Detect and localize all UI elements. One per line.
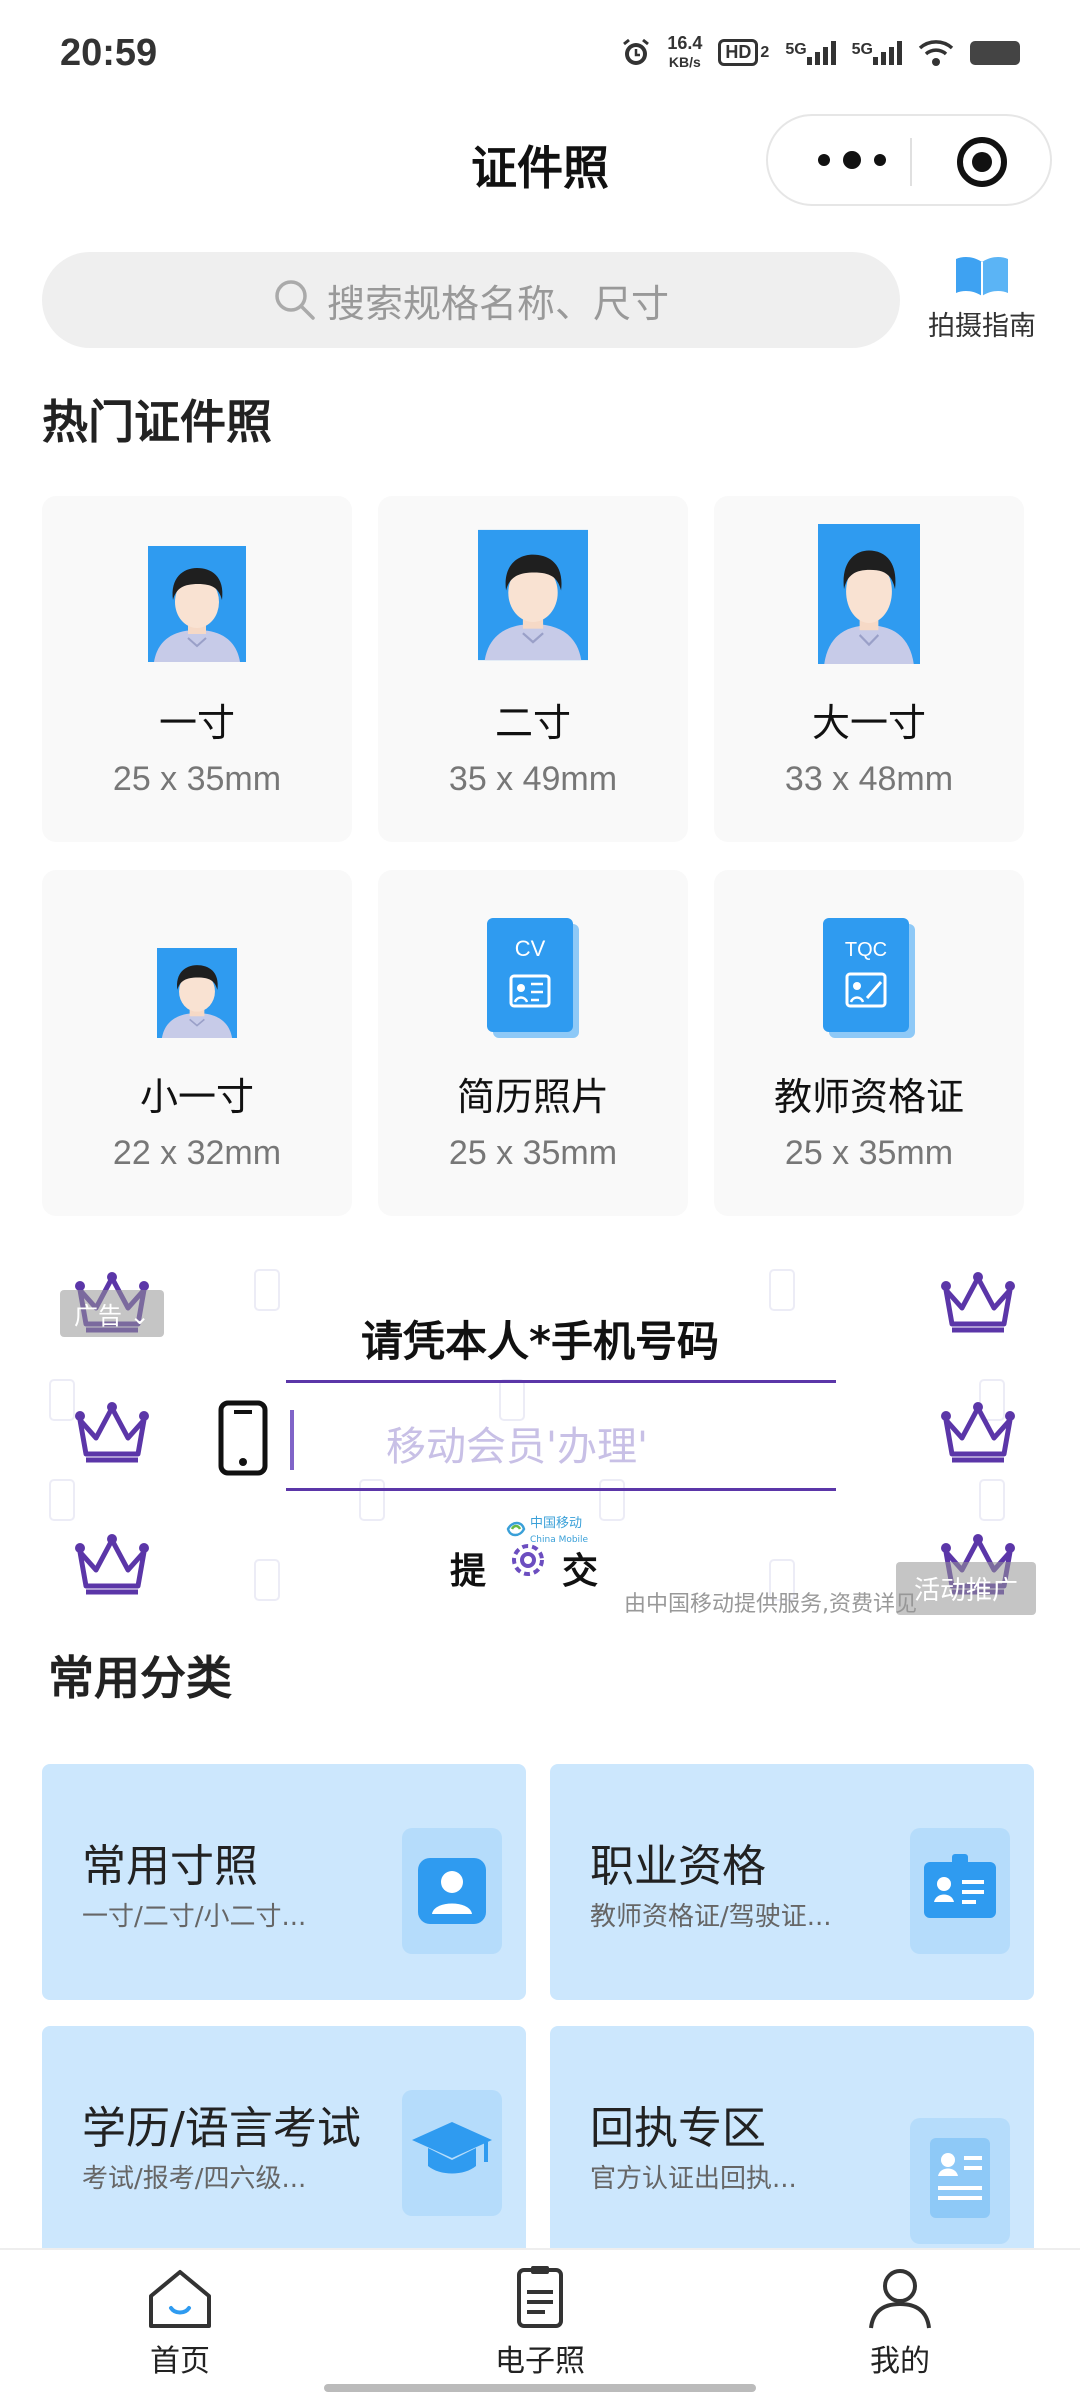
category-professional[interactable]: 职业资格 教师资格证/驾驶证... xyxy=(550,1764,1034,2000)
status-icons: 16.4 KB/s HD 2 5G 5G xyxy=(621,34,1020,71)
crown-icon xyxy=(75,1534,149,1595)
avatar-photo-icon xyxy=(818,524,920,664)
id-photo-card-1inch[interactable]: 一寸 25 x 35mm xyxy=(42,496,352,842)
network-type: 5G xyxy=(785,40,807,58)
crown-icon xyxy=(75,1402,149,1463)
card-size: 25 x 35mm xyxy=(784,1134,954,1172)
avatar-photo-icon xyxy=(157,948,237,1038)
id-photo-card-teacher[interactable]: TQC 教师资格证 25 x 35mm xyxy=(714,870,1024,1216)
card-name: 大一寸 xyxy=(811,701,926,745)
card-name: 一寸 xyxy=(158,701,235,745)
receipt-icon xyxy=(910,2118,1010,2244)
status-bar: 20:59 16.4 KB/s HD 2 5G 5G xyxy=(0,0,1080,110)
signal-icon: 5G xyxy=(851,40,902,65)
category-desc: 考试/报考/四六级... xyxy=(82,2164,307,2194)
id-photo-card-resume[interactable]: CV 简历照片 25 x 35mm xyxy=(378,870,688,1216)
category-title: 常用寸照 xyxy=(82,1841,258,1892)
ad-input-top-line xyxy=(286,1380,836,1383)
categories-section-title: 常用分类 xyxy=(48,1651,232,1705)
more-icon[interactable] xyxy=(810,144,920,176)
gear-icon[interactable] xyxy=(504,1536,552,1584)
user-icon xyxy=(869,2269,931,2329)
category-education-exams[interactable]: 学历/语言考试 考试/报考/四六级... xyxy=(42,2026,526,2262)
avatar-photo-icon xyxy=(148,546,246,662)
speed-unit: KB/s xyxy=(668,54,701,70)
tab-label: 首页 xyxy=(150,2344,210,2379)
category-title: 学历/语言考试 xyxy=(82,2103,361,2154)
shooting-guide-button[interactable]: 拍摄指南 xyxy=(920,254,1044,343)
book-icon xyxy=(956,257,1008,296)
card-name: 简历照片 xyxy=(456,1075,609,1119)
hot-section-title: 热门证件照 xyxy=(42,395,272,449)
certificate-icon-text: TQC xyxy=(845,939,887,961)
tab-mine[interactable]: 我的 xyxy=(810,2266,990,2380)
ad-submit-left[interactable]: 提 xyxy=(450,1542,486,1594)
tab-bar: 首页 电子照 我的 xyxy=(0,2248,1080,2402)
status-time: 20:59 xyxy=(60,32,158,74)
tab-electronic-photo[interactable]: 电子照 xyxy=(450,2266,630,2380)
search-input[interactable]: 搜索规格名称、尺寸 xyxy=(42,252,900,348)
card-name: 二寸 xyxy=(494,701,571,745)
home-icon xyxy=(149,2270,211,2328)
category-common-sizes[interactable]: 常用寸照 一寸/二寸/小二寸... xyxy=(42,1764,526,2000)
resume-icon: CV xyxy=(487,918,579,1038)
ad-input-bottom-line xyxy=(286,1488,836,1491)
speed-value: 16.4 xyxy=(667,33,703,53)
ad-phone-input[interactable]: 移动会员'办理' xyxy=(290,1392,830,1490)
card-size: 35 x 49mm xyxy=(448,760,618,798)
document-icon xyxy=(517,2266,563,2328)
close-miniprogram-icon[interactable] xyxy=(956,136,1008,188)
id-photo-card-large1inch[interactable]: 大一寸 33 x 48mm xyxy=(714,496,1024,842)
hd-label: HD xyxy=(718,39,759,66)
id-photo-card-small1inch[interactable]: 小一寸 22 x 32mm xyxy=(42,870,352,1216)
tab-label: 电子照 xyxy=(495,2344,585,2379)
home-indicator[interactable] xyxy=(324,2384,756,2392)
capsule-divider xyxy=(910,138,912,186)
card-size: 33 x 48mm xyxy=(784,760,954,798)
wifi-icon xyxy=(918,39,954,67)
card-name: 小一寸 xyxy=(139,1075,254,1119)
avatar-photo-icon xyxy=(478,529,588,661)
category-receipt[interactable]: 回执专区 官方认证出回执... xyxy=(550,2026,1034,2262)
id-badge-icon xyxy=(910,1828,1010,1954)
portrait-icon xyxy=(402,1828,502,1954)
resume-icon-text: CV xyxy=(515,936,546,961)
category-title: 回执专区 xyxy=(590,2103,766,2154)
ad-banner[interactable]: 广告 ⌄ 请凭本人*手机号码 移动会员'办理' 中国移动 China Mobile… xyxy=(0,1250,1080,1620)
certificate-icon: TQC xyxy=(823,918,915,1038)
search-icon xyxy=(275,280,315,320)
search-placeholder: 搜索规格名称、尺寸 xyxy=(326,281,669,326)
card-size: 25 x 35mm xyxy=(112,760,282,798)
network-type: 5G xyxy=(851,40,873,58)
mini-program-capsule xyxy=(766,114,1052,206)
card-size: 25 x 35mm xyxy=(448,1134,618,1172)
ad-disclaimer: 由中国移动提供服务,资费详见 xyxy=(624,1592,917,1617)
tab-home[interactable]: 首页 xyxy=(90,2266,270,2380)
ad-promo-label[interactable]: 活动推广 xyxy=(895,1562,1036,1615)
phone-icon xyxy=(218,1400,268,1476)
network-speed: 16.4 KB/s xyxy=(667,34,702,71)
crown-icon xyxy=(941,1402,1015,1463)
ad-submit-right[interactable]: 交 xyxy=(562,1542,598,1594)
category-desc: 官方认证出回执... xyxy=(590,2164,797,2194)
card-size: 22 x 32mm xyxy=(112,1134,282,1172)
hd-sub: 2 xyxy=(760,43,770,61)
brand-name: 中国移动 xyxy=(530,1516,583,1531)
battery-icon xyxy=(970,40,1020,65)
alarm-icon xyxy=(621,38,651,68)
ad-headline: 请凭本人*手机号码 xyxy=(361,1317,719,1366)
category-title: 职业资格 xyxy=(590,1841,766,1892)
hd-icon: HD 2 xyxy=(718,39,769,66)
id-photo-card-2inch[interactable]: 二寸 35 x 49mm xyxy=(378,496,688,842)
ad-input-placeholder: 移动会员'办理' xyxy=(386,1424,648,1470)
category-desc: 教师资格证/驾驶证... xyxy=(590,1902,832,1932)
navigation-bar: 证件照 xyxy=(0,110,1080,220)
signal-icon: 5G xyxy=(785,40,836,65)
card-name: 教师资格证 xyxy=(773,1075,964,1119)
tab-label: 我的 xyxy=(870,2344,930,2379)
guide-label: 拍摄指南 xyxy=(928,311,1036,342)
category-desc: 一寸/二寸/小二寸... xyxy=(82,1902,307,1932)
graduation-cap-icon xyxy=(402,2090,502,2216)
input-cursor xyxy=(290,1410,294,1470)
